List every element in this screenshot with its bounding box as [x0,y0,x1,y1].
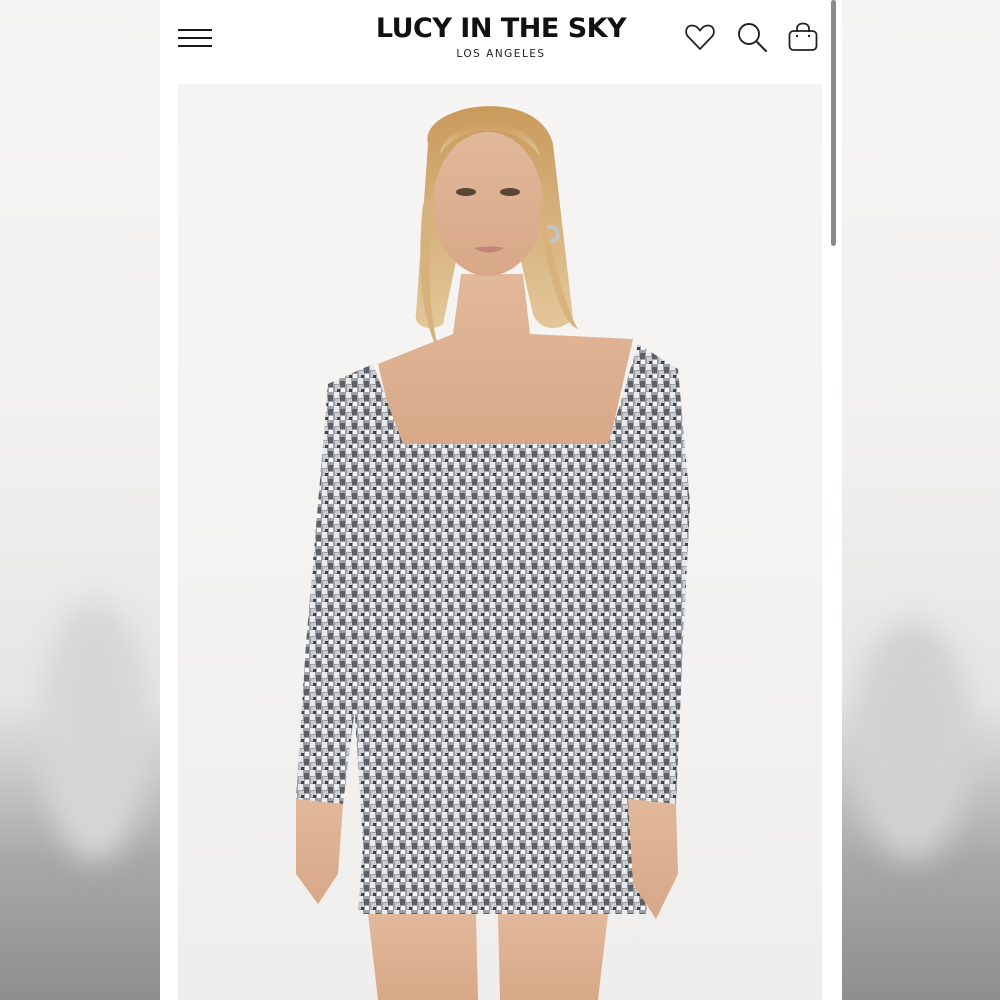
shopping-bag-icon[interactable] [786,20,820,54]
right-blurred-backdrop [842,0,1000,1000]
brand-logo[interactable]: LUCY IN THE SKY LOS ANGELES [360,12,642,61]
model-illustration [296,106,690,1000]
search-icon[interactable] [735,20,769,54]
product-photo[interactable] [178,84,822,1000]
scrollbar-thumb[interactable] [831,0,836,246]
heart-icon[interactable] [683,20,717,54]
site-header: LUCY IN THE SKY LOS ANGELES [160,0,842,82]
brand-location: LOS ANGELES [456,48,546,60]
hamburger-menu-icon[interactable] [178,26,214,50]
brand-name: LUCY IN THE SKY [375,13,627,44]
left-blurred-backdrop [0,0,160,1000]
mobile-page: LUCY IN THE SKY LOS ANGELES [160,0,842,1000]
